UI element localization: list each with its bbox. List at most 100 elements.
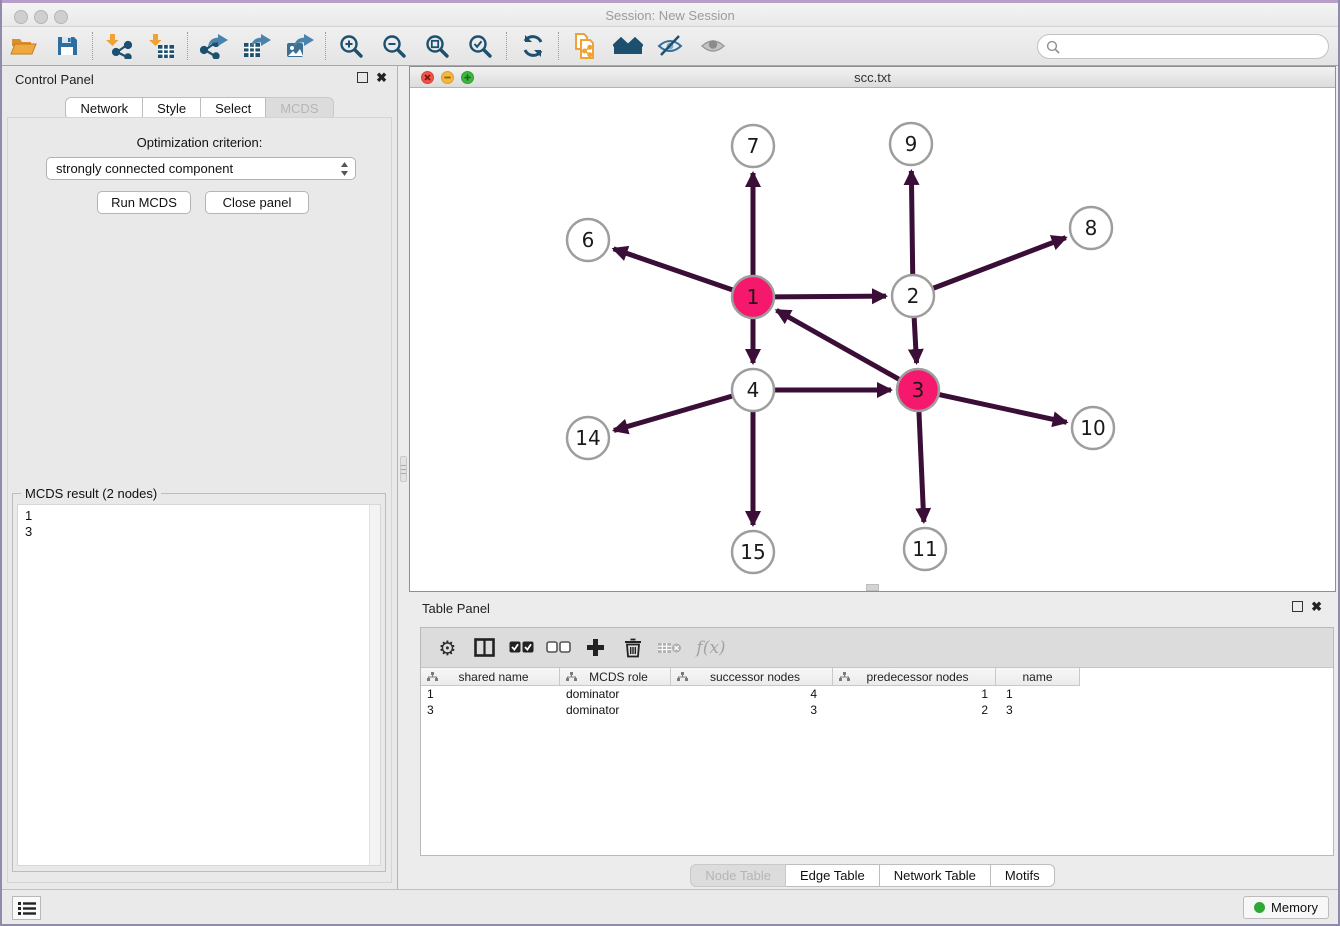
control-panel-header: Control Panel ✖ (2, 66, 397, 92)
import-network-button[interactable] (97, 29, 140, 63)
graph-node-9[interactable]: 9 (890, 123, 932, 165)
run-mcds-button[interactable]: Run MCDS (97, 191, 191, 214)
table-row[interactable]: 3 dominator 3 2 3 (421, 702, 1333, 718)
zoom-selected-button[interactable] (459, 29, 502, 63)
graph-node-label: 11 (912, 537, 937, 561)
close-table-panel-icon[interactable]: ✖ (1311, 601, 1322, 612)
task-history-button[interactable] (12, 896, 41, 920)
zoom-in-button[interactable] (330, 29, 373, 63)
status-bar: Memory (2, 889, 1338, 924)
copy-network-icon (572, 32, 598, 60)
graph-edge-3-1[interactable] (777, 310, 900, 379)
graph-node-14[interactable]: 14 (567, 417, 609, 459)
tab-motifs[interactable]: Motifs (991, 864, 1055, 887)
graph-node-label: 3 (912, 378, 925, 402)
home-view-button[interactable] (606, 29, 649, 63)
network-scroll-grip[interactable] (866, 584, 879, 591)
select-all-button[interactable] (503, 631, 540, 665)
add-row-icon (586, 638, 605, 657)
node-table[interactable]: shared name MCDS role (421, 668, 1333, 855)
criterion-dropdown[interactable]: strongly connected component (46, 157, 356, 180)
control-panel-title: Control Panel (15, 72, 94, 87)
main-area: Control Panel ✖ Network Style Select MCD… (2, 66, 1338, 889)
refresh-layout-button[interactable] (511, 29, 554, 63)
graph-node-6[interactable]: 6 (567, 219, 609, 261)
graph-node-11[interactable]: 11 (904, 528, 946, 570)
graph-edge-2-9[interactable] (911, 171, 912, 275)
open-session-button[interactable] (2, 29, 45, 63)
function-builder-button[interactable]: f(x) (688, 631, 734, 665)
column-header-successor-nodes[interactable]: successor nodes (671, 668, 833, 686)
float-table-panel-icon[interactable] (1292, 601, 1303, 612)
titlebar: Session: New Session (2, 0, 1338, 27)
network-canvas-svg[interactable]: 7 9 6 8 1 2 4 3 14 10 15 11 (410, 88, 1335, 591)
search-box[interactable] (1037, 34, 1329, 59)
list-icon (18, 901, 36, 916)
export-network-button[interactable] (192, 29, 235, 63)
splitter-grip[interactable] (400, 456, 407, 482)
graph-edge-3-10[interactable] (939, 394, 1067, 422)
graph-edge-4-14[interactable] (614, 396, 733, 431)
export-image-button[interactable] (278, 29, 321, 63)
window-title: Session: New Session (2, 8, 1338, 23)
sitemap-icon (427, 672, 438, 682)
zoom-fit-button[interactable] (416, 29, 459, 63)
save-session-button[interactable] (45, 29, 88, 63)
graph-node-8[interactable]: 8 (1070, 207, 1112, 249)
function-builder-icon: f(x) (696, 638, 725, 658)
graph-node-label: 15 (740, 540, 765, 564)
close-panel-button[interactable]: Close panel (205, 191, 309, 214)
add-row-button[interactable] (577, 631, 614, 665)
graph-edge-1-6[interactable] (614, 249, 734, 290)
graph-node-15[interactable]: 15 (732, 531, 774, 573)
network-window-title: scc.txt (410, 70, 1335, 85)
tab-edge-table[interactable]: Edge Table (786, 864, 880, 887)
search-input[interactable] (1065, 39, 1315, 54)
memory-button[interactable]: Memory (1243, 896, 1329, 919)
column-header-mcds-role[interactable]: MCDS role (560, 668, 671, 686)
graph-edge-2-8[interactable] (933, 238, 1066, 289)
table-panel-title: Table Panel (422, 601, 490, 616)
delete-row-button[interactable] (614, 631, 651, 665)
mcds-result-title: MCDS result (2 nodes) (21, 486, 161, 501)
close-panel-icon[interactable]: ✖ (376, 72, 387, 83)
graph-edge-2-3[interactable] (914, 317, 916, 363)
import-network-icon (106, 33, 132, 59)
float-panel-icon[interactable] (357, 72, 368, 83)
tab-network-table[interactable]: Network Table (880, 864, 991, 887)
home-view-icon (613, 34, 643, 58)
hide-selected-button[interactable] (649, 29, 692, 63)
export-table-button[interactable] (235, 29, 278, 63)
mcds-result-text[interactable]: 1 3 (17, 504, 381, 866)
table-row[interactable]: 1 dominator 4 1 1 (421, 686, 1333, 702)
memory-label: Memory (1271, 900, 1318, 915)
tab-node-table[interactable]: Node Table (690, 864, 786, 887)
zoom-out-button[interactable] (373, 29, 416, 63)
column-header-shared-name[interactable]: shared name (421, 668, 560, 686)
graph-edge-3-11[interactable] (919, 411, 924, 522)
graph-node-1[interactable]: 1 (732, 276, 774, 318)
show-all-button[interactable] (692, 29, 735, 63)
column-header-predecessor-nodes[interactable]: predecessor nodes (833, 668, 996, 686)
column-header-name[interactable]: name (996, 668, 1080, 686)
graph-node-4[interactable]: 4 (732, 369, 774, 411)
graph-edge-1-2[interactable] (774, 296, 886, 297)
save-session-icon (55, 34, 79, 58)
memory-status-icon (1254, 902, 1265, 913)
table-panel-tabs: Node Table Edge Table Network Table Moti… (409, 864, 1336, 887)
panel-splitter[interactable] (399, 66, 409, 889)
result-scrollbar[interactable] (369, 505, 380, 865)
delete-table-button[interactable] (651, 631, 688, 665)
sitemap-icon (677, 672, 688, 682)
graph-node-7[interactable]: 7 (732, 125, 774, 167)
search-icon (1046, 40, 1060, 54)
table-settings-button[interactable]: ⚙ (429, 631, 466, 665)
graph-node-2[interactable]: 2 (892, 275, 934, 317)
copy-network-button[interactable] (563, 29, 606, 63)
network-window-titlebar[interactable]: scc.txt (410, 67, 1335, 88)
graph-node-10[interactable]: 10 (1072, 407, 1114, 449)
import-table-button[interactable] (140, 29, 183, 63)
deselect-all-button[interactable] (540, 631, 577, 665)
graph-node-3[interactable]: 3 (897, 369, 939, 411)
column-view-button[interactable] (466, 631, 503, 665)
